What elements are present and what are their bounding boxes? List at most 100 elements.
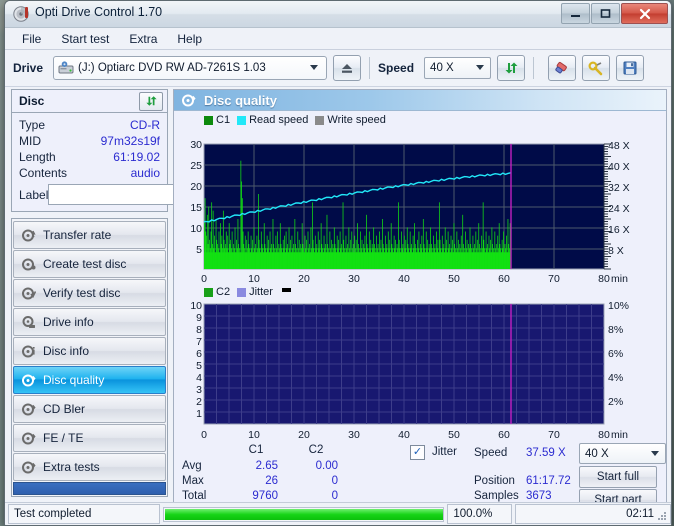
stats-panel: C1 C2 Avg 2.65 0.00 Max 26 0 Total 9760 … [174,442,666,511]
disc-info-icon [22,345,36,358]
sidebar-item-label: Drive info [43,315,94,329]
disc-row-value: 61:19.02 [113,150,160,164]
svg-text:6: 6 [196,348,202,360]
app-disc-icon [13,5,31,23]
sidebar-item-disc-quality[interactable]: Disc quality [13,366,166,394]
save-button[interactable] [616,55,645,81]
drive-select[interactable]: (J:) Optiarc DVD RW AD-7261S 1.03 [53,56,328,80]
close-button[interactable] [621,3,668,24]
sidebar-item-label: Disc quality [43,373,105,387]
svg-text:5: 5 [196,360,202,372]
legend-swatch-write-speed [315,115,325,125]
progress-bar [163,506,445,522]
speed-select[interactable]: 40 X [424,57,492,79]
sidebar-item-disc-info[interactable]: Disc info [13,337,166,365]
disc-row-type: Type CD-R [19,117,160,133]
disc-panel-title: Disc [19,94,45,108]
start-full-button[interactable]: Start full [579,466,657,488]
stats-row-label-avg: Avg [182,460,202,472]
sidebar-item-cd-bler[interactable]: CD Bler [13,395,166,423]
maximize-button[interactable] [591,3,620,24]
svg-text:40 X: 40 X [608,161,630,173]
svg-text:7: 7 [196,336,202,348]
svg-text:10: 10 [248,429,260,441]
chevron-down-icon[interactable] [476,65,485,70]
disc-row-key: Contents [19,166,68,180]
sidebar-item-label: Create test disc [43,257,127,271]
svg-text:8%: 8% [608,324,623,336]
resize-grip[interactable] [656,510,668,522]
sidebar-item-fe-te[interactable]: FE / TE [13,424,166,452]
svg-text:1: 1 [196,408,202,420]
test-speed-select[interactable]: 40 X [579,443,666,464]
start-full-label: Start full [596,471,640,483]
sidebar-item-label: CD Bler [43,402,86,416]
svg-text:8: 8 [196,324,202,336]
title-bar[interactable]: Opti Drive Control 1.70 [5,1,671,28]
status-message: Test completed [8,504,161,524]
tools-button[interactable] [582,55,611,81]
legend-label-c1: C1 [216,114,231,126]
legend-swatch-read-speed [237,115,247,125]
toolbar: Drive (J:) Optiarc DVD RW AD-7261S 1.03 [5,50,671,87]
sidebar-item-extra-tests[interactable]: Extra tests [13,453,166,481]
sidebar-item-create-test-disc[interactable]: Create test disc [13,250,166,278]
stats-row-label-total: Total [182,490,207,502]
progress-fill [165,508,444,520]
eject-button[interactable] [333,55,362,81]
toolbar-separator-2 [533,57,535,79]
svg-text:15: 15 [190,202,202,214]
section-title: Disc quality [204,92,277,108]
toolbar-separator-1 [369,57,371,79]
sidebar-item-drive-info[interactable]: Drive info [13,308,166,336]
stats-col-c1: C1 [248,444,264,456]
jitter-checkbox-label: Jitter [432,446,457,458]
svg-text:70: 70 [548,273,560,285]
menu-item-file[interactable]: File [13,30,50,48]
disc-refresh-button[interactable] [139,91,163,111]
drive-icon [58,61,74,75]
svg-text:60: 60 [498,273,510,285]
legend-swatch-c2 [204,287,213,297]
drive-value: (J:) Optiarc DVD RW AD-7261S 1.03 [78,62,266,74]
chevron-down-icon[interactable] [310,65,319,70]
menu-item-start-test[interactable]: Start test [52,30,118,48]
stats-avg-c1: 2.65 [255,460,278,472]
svg-text:30: 30 [348,273,360,285]
chevron-down-icon[interactable] [651,451,659,456]
disc-quality-icon [22,374,36,387]
minimize-button[interactable] [561,3,590,24]
test-speed-value: 40 X [585,447,609,460]
svg-text:10: 10 [248,273,260,285]
svg-text:70: 70 [548,429,560,441]
sidebar-item-verify-test-disc[interactable]: Verify test disc [13,279,166,307]
legend-label-c2: C2 [216,286,231,298]
stats-position-value: 61:17.72 [526,475,571,487]
menu-item-extra[interactable]: Extra [120,30,166,48]
jitter-checkbox[interactable]: ✓ [410,445,425,460]
disc-label-key: Label [19,187,49,202]
stats-position-label: Position [474,475,515,487]
disc-row-length: Length 61:19.02 [19,149,160,165]
c1-chart-canvas: 302520 15105 48 X40 X32 X 24 X16 X8 X 0 … [190,139,630,285]
sidebar-item-label: FE / TE [43,431,84,445]
svg-text:60: 60 [498,429,510,441]
sidebar-item-label: Extra tests [43,460,100,474]
menu-item-help[interactable]: Help [168,30,211,48]
c1-chart: C1 Read speed Write speed 30 25 20 15 10 5 [174,111,666,289]
disc-test-icon [22,229,36,242]
svg-text:min: min [611,273,628,285]
disc-bler-icon [22,403,36,416]
disc-panel-header: Disc [12,90,167,113]
svg-text:2: 2 [196,396,202,408]
erase-button[interactable] [548,55,577,81]
refresh-button[interactable] [497,55,526,81]
svg-text:50: 50 [448,273,460,285]
sidebar-item-transfer-rate[interactable]: Transfer rate [13,221,166,249]
svg-text:32 X: 32 X [608,182,630,194]
sidebar-item-label: Disc info [43,344,90,358]
stats-speed-value: 37.59 X [526,447,566,459]
drive-info-icon [22,315,36,329]
drive-label: Drive [13,61,44,75]
svg-text:3: 3 [196,384,202,396]
